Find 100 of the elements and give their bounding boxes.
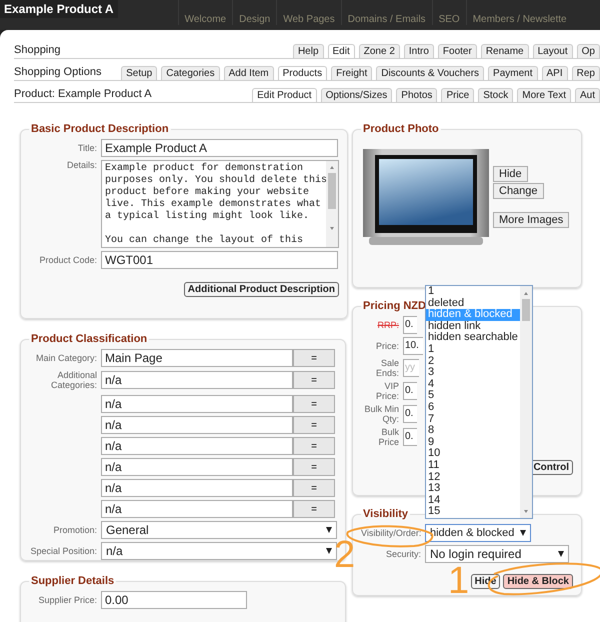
tab[interactable]: Options/Sizes [320, 88, 392, 102]
dropdown-option[interactable]: 1 [426, 286, 520, 298]
panel-heading: Visibility [362, 508, 410, 520]
tab[interactable]: Categories [161, 66, 220, 80]
tab[interactable]: Rep [572, 66, 600, 80]
dropdown-option[interactable]: hidden searchable [426, 332, 520, 344]
dropdown-option[interactable]: 3 [426, 367, 520, 379]
annotation-number: 2 [334, 536, 356, 574]
product-code-field[interactable]: WGT001 [101, 251, 338, 269]
tab[interactable]: Layout [532, 44, 573, 58]
tab[interactable]: Intro [404, 44, 434, 58]
price-field[interactable]: 0. [403, 405, 418, 423]
photo-button[interactable]: More Images [493, 212, 570, 228]
position-dropdown[interactable]: n/a [101, 542, 337, 560]
tab[interactable]: Aut [574, 88, 600, 102]
dropdown-option[interactable]: 5 [426, 390, 520, 402]
picker-button[interactable]: = [293, 458, 335, 476]
dropdown-option[interactable]: 2 [426, 356, 520, 368]
dropdown-option[interactable]: 14 [426, 494, 520, 506]
category-field[interactable]: Main Page [101, 349, 293, 367]
dropdown-option[interactable]: deleted [426, 298, 520, 310]
security-dropdown[interactable]: No login required [425, 545, 569, 563]
tab[interactable]: Products [278, 66, 328, 80]
title-field[interactable]: Example Product A [101, 139, 338, 157]
page-title: Example Product A [0, 0, 118, 18]
category-field[interactable]: n/a [101, 437, 293, 455]
dropdown-option[interactable]: 9 [426, 436, 520, 448]
category-field[interactable]: n/a [101, 479, 293, 497]
tab[interactable]: Freight [331, 66, 372, 80]
caret-icon [326, 527, 332, 533]
dropdown-option[interactable]: 15 [426, 506, 520, 518]
tab[interactable]: Rename [480, 44, 529, 58]
description-button[interactable]: Additional Product Description [184, 282, 339, 297]
field-label: Additional Categories: [50, 370, 97, 390]
visibility-dropdown[interactable]: hidden & blocked [425, 524, 531, 542]
price-field[interactable]: 0. [403, 316, 418, 334]
dropdown-option[interactable]: 11 [426, 460, 520, 472]
tab[interactable]: Op [576, 44, 600, 58]
scrollbar-icon[interactable] [326, 161, 338, 247]
category-field[interactable]: n/a [101, 371, 293, 389]
dropdown-option[interactable]: 1 [426, 344, 520, 356]
details-field[interactable]: Example product for demonstration purposes only. You should delete this product before making your website live. This example demonstrates what a typical listing might look like. You can change the layout of this [101, 160, 339, 248]
scrollbar-icon[interactable] [520, 286, 532, 518]
tab[interactable]: Discounts & Vouchers [376, 66, 484, 80]
promotion-dropdown[interactable]: General [101, 521, 337, 539]
nav-item[interactable]: SEO [432, 0, 466, 25]
tab[interactable]: Photos [396, 88, 438, 102]
category-field[interactable]: n/a [101, 500, 293, 518]
dropdown-option[interactable]: hidden link [426, 320, 520, 332]
caret-icon [326, 548, 332, 554]
category-field[interactable]: n/a [101, 416, 293, 434]
supplier-price-field[interactable]: 0.00 [101, 591, 247, 609]
panel-heading: Basic Product Description [30, 123, 170, 135]
price-field[interactable]: 10. [403, 337, 423, 355]
dropdown-option[interactable]: 8 [426, 425, 520, 437]
tab[interactable]: Price [441, 88, 474, 102]
picker-button[interactable]: = [293, 479, 335, 497]
picker-button[interactable]: = [293, 500, 335, 518]
photo-button[interactable]: Hide [493, 166, 528, 182]
visibility-button[interactable]: Hide & Block [503, 574, 573, 589]
tab[interactable]: API [542, 66, 568, 80]
panel-heading: Supplier Details [30, 575, 116, 587]
field-label: Product Code: [38, 255, 97, 265]
picker-button[interactable]: = [293, 416, 335, 434]
dropdown-option[interactable]: 12 [426, 472, 520, 484]
category-field[interactable]: n/a [101, 395, 293, 413]
tab[interactable]: Stock [478, 88, 514, 102]
price-field[interactable]: 0. [403, 382, 418, 400]
dropdown-option[interactable]: 4 [426, 378, 520, 390]
nav-item[interactable]: Design [232, 0, 276, 25]
field-label: Promotion: [52, 525, 97, 535]
tab[interactable]: More Text [517, 88, 571, 102]
section-title: Product: Example Product A [14, 88, 153, 102]
field-label: Details: [66, 160, 97, 170]
picker-button[interactable]: = [293, 395, 335, 413]
category-field[interactable]: n/a [101, 458, 293, 476]
tab[interactable]: Add Item [224, 66, 274, 80]
nav-item[interactable]: Domains / Emails [340, 0, 432, 25]
picker-button[interactable]: = [293, 349, 335, 367]
annotation-number: 1 [448, 562, 470, 600]
tab[interactable]: Help [292, 44, 324, 58]
price-field[interactable]: 0. [403, 428, 418, 446]
picker-button[interactable]: = [293, 437, 335, 455]
nav-item[interactable]: Members / Newslette [466, 0, 573, 25]
nav-item[interactable]: Welcome [178, 0, 232, 25]
tab[interactable]: Edit [328, 44, 355, 58]
dropdown-option[interactable]: 13 [426, 483, 520, 495]
dropdown-option[interactable]: 6 [426, 402, 520, 414]
dropdown-option[interactable]: 7 [426, 414, 520, 426]
tab[interactable]: Edit Product [252, 88, 317, 102]
dropdown-option[interactable]: 10 [426, 448, 520, 460]
nav-item[interactable]: Web Pages [276, 0, 341, 25]
tab[interactable]: Footer [438, 44, 477, 58]
field-label: Sale Ends: [374, 358, 399, 378]
field-label: Bulk Min Qty: [363, 404, 399, 424]
tab[interactable]: Zone 2 [358, 44, 400, 58]
tab[interactable]: Setup [121, 66, 158, 80]
tab[interactable]: Payment [488, 66, 538, 80]
photo-button[interactable]: Change [493, 183, 544, 199]
picker-button[interactable]: = [293, 371, 335, 389]
